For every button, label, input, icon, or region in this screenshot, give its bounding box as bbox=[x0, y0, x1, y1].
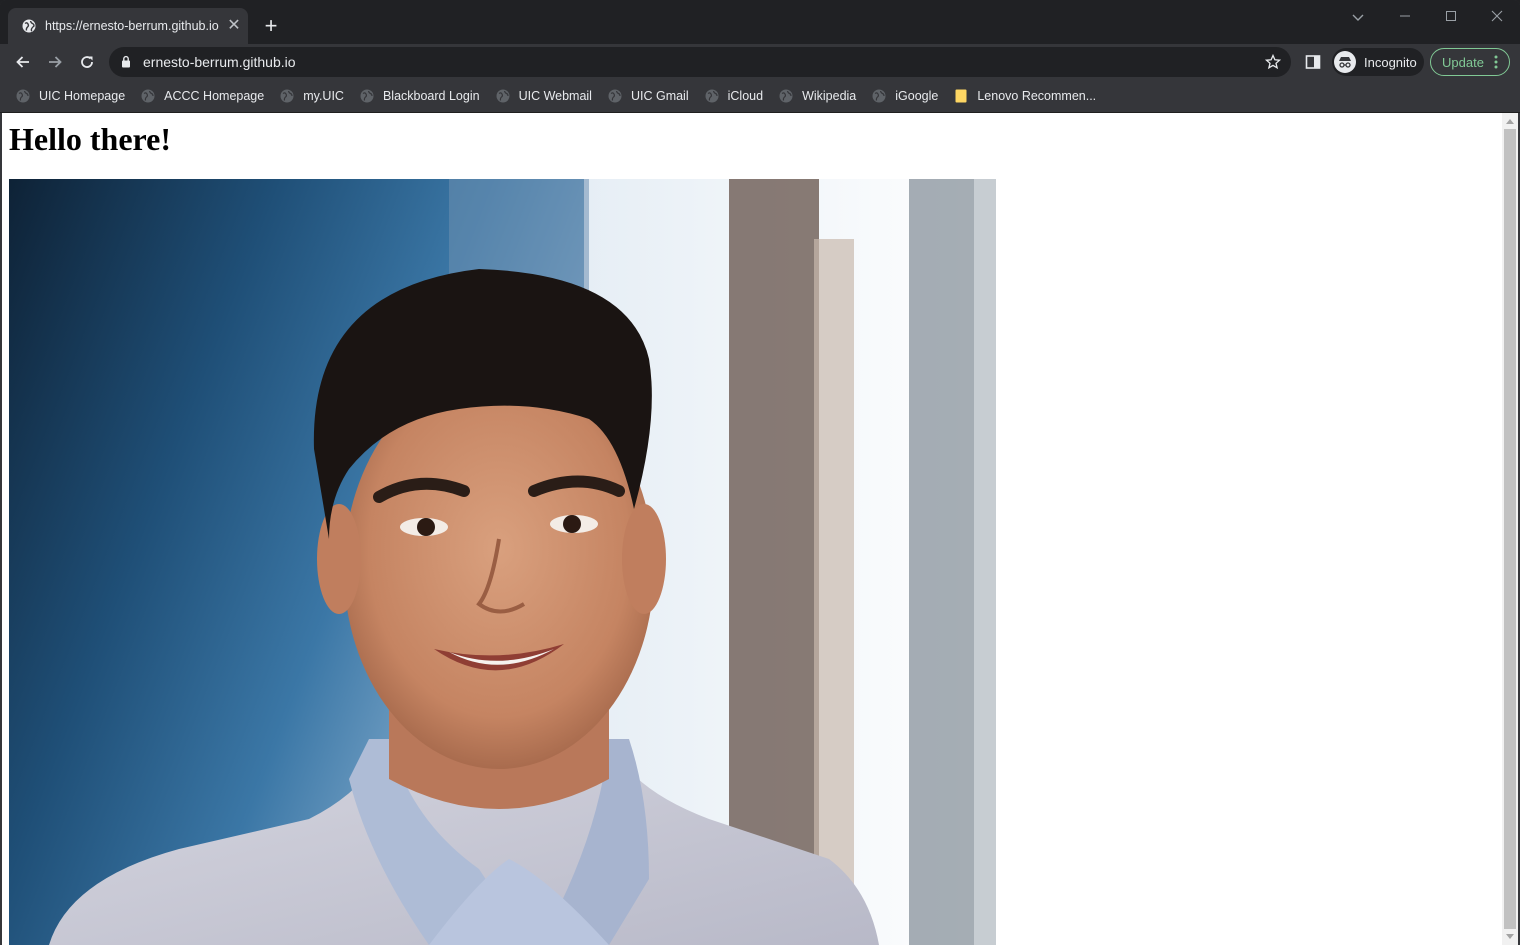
scrollbar-thumb[interactable] bbox=[1504, 129, 1516, 929]
window-controls bbox=[1382, 0, 1520, 32]
bookmark-label: Wikipedia bbox=[802, 89, 857, 103]
globe-icon bbox=[360, 89, 374, 103]
bookmark-label: Lenovo Recommen... bbox=[977, 89, 1097, 103]
bookmark-label: Blackboard Login bbox=[382, 89, 480, 103]
chevron-down-icon bbox=[1352, 14, 1364, 21]
tab-title: https://ernesto-berrum.github.io bbox=[45, 19, 219, 33]
bookmark-label: my.UIC bbox=[303, 89, 344, 103]
globe-icon bbox=[872, 89, 886, 103]
scroll-down-arrow-icon[interactable] bbox=[1506, 934, 1514, 939]
update-label: Update bbox=[1442, 54, 1484, 70]
new-tab-button[interactable]: + bbox=[260, 15, 282, 37]
minimize-button[interactable] bbox=[1382, 0, 1428, 32]
incognito-label: Incognito bbox=[1364, 54, 1417, 70]
tab-close-icon[interactable]: ✕ bbox=[225, 17, 243, 35]
incognito-icon bbox=[1334, 51, 1356, 73]
close-icon bbox=[1491, 10, 1503, 22]
bookmark-accc-homepage[interactable]: ACCC Homepage bbox=[133, 82, 272, 110]
tab-strip: https://ernesto-berrum.github.io ✕ + bbox=[0, 0, 1520, 44]
reload-button[interactable] bbox=[75, 50, 99, 74]
bookmark-label: iGoogle bbox=[895, 89, 939, 103]
vertical-scrollbar[interactable] bbox=[1502, 113, 1518, 945]
bookmark-uic-gmail[interactable]: UIC Gmail bbox=[600, 82, 697, 110]
side-panel-icon bbox=[1305, 55, 1321, 69]
folder-icon bbox=[954, 89, 968, 103]
address-bar[interactable]: ernesto-berrum.github.io bbox=[109, 47, 1291, 77]
back-arrow-icon bbox=[16, 56, 29, 68]
back-button[interactable] bbox=[11, 50, 35, 74]
active-tab[interactable]: https://ernesto-berrum.github.io ✕ bbox=[8, 8, 248, 44]
maximize-button[interactable] bbox=[1428, 0, 1474, 32]
bookmark-igoogle[interactable]: iGoogle bbox=[864, 82, 946, 110]
forward-arrow-icon bbox=[49, 56, 62, 68]
browser-window: https://ernesto-berrum.github.io ✕ + ern… bbox=[0, 0, 1520, 945]
reload-icon bbox=[81, 56, 93, 68]
more-menu-icon[interactable] bbox=[1494, 55, 1498, 69]
bookmark-uic-webmail[interactable]: UIC Webmail bbox=[488, 82, 600, 110]
bookmark-icloud[interactable]: iCloud bbox=[697, 82, 771, 110]
bookmark-label: UIC Gmail bbox=[630, 89, 689, 103]
page-viewport: Hello there! bbox=[2, 113, 1502, 945]
portrait-photo bbox=[9, 179, 996, 945]
bookmark-wikipedia[interactable]: Wikipedia bbox=[771, 82, 864, 110]
bookmarks-bar: UIC Homepage ACCC Homepage my.UIC Blackb… bbox=[0, 80, 1520, 113]
bookmark-star-icon[interactable] bbox=[1264, 53, 1282, 75]
globe-icon bbox=[608, 89, 622, 103]
maximize-icon bbox=[1446, 11, 1456, 21]
tab-search-button[interactable] bbox=[1346, 8, 1370, 28]
bookmark-label: ACCC Homepage bbox=[164, 89, 265, 103]
globe-icon bbox=[141, 89, 155, 103]
bookmark-uic-homepage[interactable]: UIC Homepage bbox=[8, 82, 133, 110]
globe-icon bbox=[496, 89, 510, 103]
bookmark-label: iCloud bbox=[727, 89, 764, 103]
bookmark-my-uic[interactable]: my.UIC bbox=[272, 82, 352, 110]
globe-icon bbox=[21, 18, 37, 34]
globe-icon bbox=[779, 89, 793, 103]
incognito-profile-button[interactable]: Incognito bbox=[1332, 48, 1424, 76]
bookmark-label: UIC Homepage bbox=[39, 89, 126, 103]
bookmark-folder-lenovo[interactable]: Lenovo Recommen... bbox=[946, 82, 1104, 110]
toolbar: ernesto-berrum.github.io Incognito Updat… bbox=[0, 44, 1520, 80]
globe-icon bbox=[705, 89, 719, 103]
globe-icon bbox=[280, 89, 294, 103]
url-text[interactable]: ernesto-berrum.github.io bbox=[143, 54, 296, 70]
page-heading: Hello there! bbox=[9, 121, 172, 157]
update-button[interactable]: Update bbox=[1430, 48, 1510, 76]
minimize-icon bbox=[1400, 15, 1410, 17]
side-panel-button[interactable] bbox=[1304, 53, 1322, 71]
bookmark-label: UIC Webmail bbox=[518, 89, 592, 103]
forward-button[interactable] bbox=[43, 50, 67, 74]
bookmark-blackboard-login[interactable]: Blackboard Login bbox=[352, 82, 488, 110]
scroll-up-arrow-icon[interactable] bbox=[1506, 119, 1514, 124]
lock-icon[interactable] bbox=[121, 55, 131, 73]
close-window-button[interactable] bbox=[1474, 0, 1520, 32]
globe-icon bbox=[16, 89, 30, 103]
